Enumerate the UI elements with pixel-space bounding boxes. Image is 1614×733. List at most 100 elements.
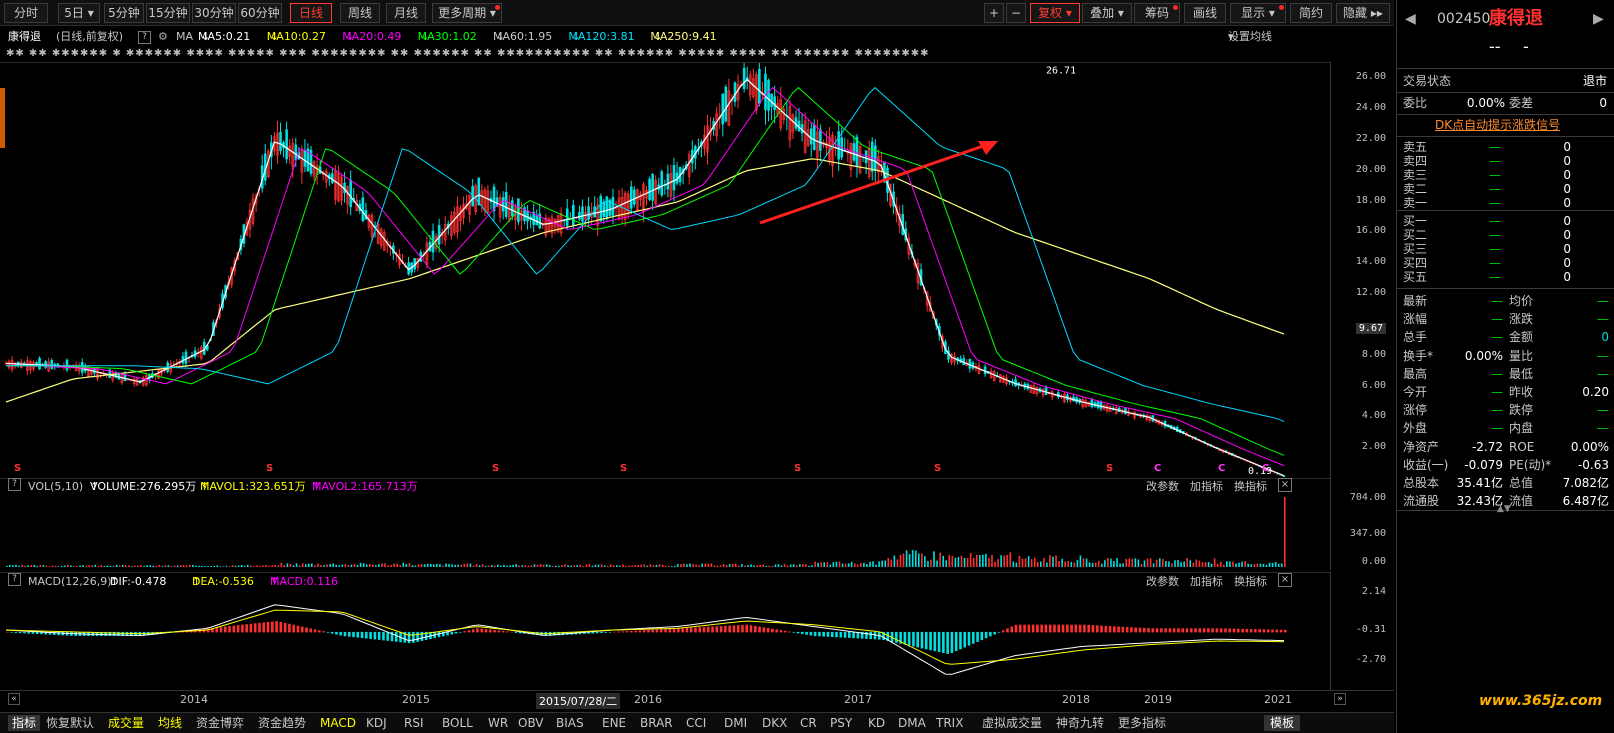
kline-chart[interactable]: 26.710.19S S S S S S S C C C: [0, 63, 1330, 479]
macd-bar: [318, 630, 321, 633]
indicator-tab[interactable]: BOLL: [442, 715, 473, 731]
volume-bar: [1232, 561, 1234, 567]
scroll-left-icon[interactable]: «: [8, 693, 20, 705]
indicator-tab[interactable]: 模板: [1264, 715, 1301, 731]
macd-bar: [779, 630, 783, 633]
scroll-right-icon[interactable]: »: [1334, 693, 1346, 705]
period-tab-weekly[interactable]: 周线: [340, 3, 380, 23]
period-tab-5min[interactable]: 5分钟: [104, 3, 144, 23]
indicator-tab[interactable]: 成交量: [108, 715, 144, 731]
help-icon[interactable]: ?: [138, 31, 151, 44]
indicator-tab[interactable]: ENE: [602, 715, 626, 731]
help-icon[interactable]: ?: [8, 478, 21, 491]
indicator-tab[interactable]: 资金趋势: [258, 715, 306, 731]
close-icon[interactable]: ×: [1278, 478, 1292, 492]
more-periods-button[interactable]: 更多周期 ▾: [432, 3, 502, 23]
period-tab-5day[interactable]: 5日 ▾: [58, 3, 100, 23]
edit-params-link[interactable]: 改参数: [1146, 573, 1179, 591]
indicator-tab[interactable]: WR: [488, 715, 508, 731]
chips-button[interactable]: 筹码: [1134, 3, 1180, 23]
indicator-tab[interactable]: 均线: [158, 715, 182, 731]
sell-level-row[interactable]: 卖五 — 0: [1397, 140, 1614, 154]
buy-level-row[interactable]: 买五 — 0: [1397, 270, 1614, 284]
buy-level-row[interactable]: 买三 — 0: [1397, 242, 1614, 256]
volume-bar: [792, 564, 795, 567]
indicator-tab[interactable]: RSI: [404, 715, 424, 731]
indicator-tab[interactable]: TRIX: [936, 715, 963, 731]
buy-level-row[interactable]: 买一 — 0: [1397, 214, 1614, 228]
collapse-icon[interactable]: ▲▼: [1397, 500, 1614, 518]
help-icon[interactable]: ?: [8, 573, 21, 586]
switch-indicator-link[interactable]: 换指标: [1234, 573, 1267, 591]
display-button[interactable]: 显示 ▾: [1230, 3, 1286, 23]
macd-bar: [937, 631, 941, 653]
indicator-tab[interactable]: OBV: [518, 715, 544, 731]
sell-level-row[interactable]: 卖三 — 0: [1397, 168, 1614, 182]
macd-bar: [31, 631, 35, 634]
indicator-tab[interactable]: BIAS: [556, 715, 584, 731]
indicator-tab[interactable]: KD: [868, 715, 885, 731]
indicator-tab[interactable]: 指标: [8, 715, 41, 731]
volume-bar: [899, 554, 902, 567]
price-tick: 2.00: [1361, 441, 1386, 452]
overlay-button[interactable]: 叠加 ▾: [1082, 3, 1132, 23]
indicator-tab[interactable]: 更多指标: [1118, 715, 1166, 731]
draw-line-button[interactable]: 画线: [1184, 3, 1226, 23]
indicator-tab[interactable]: KDJ: [366, 715, 387, 731]
stat-label: 涨幅: [1403, 312, 1428, 327]
buy-level-row[interactable]: 买二 — 0: [1397, 228, 1614, 242]
next-stock-icon[interactable]: ▶: [1593, 8, 1604, 30]
hide-panel-button[interactable]: 隐藏 ▸▸: [1336, 3, 1390, 23]
indicator-tab[interactable]: 恢复默认: [46, 715, 94, 731]
macd-bar: [1108, 626, 1112, 633]
period-tab-60min[interactable]: 60分钟: [238, 3, 282, 23]
volume-bar: [582, 565, 585, 567]
time-axis[interactable]: « 2014 2015 2015/07/28/二 2016 2017 2018 …: [0, 690, 1394, 709]
switch-indicator-link[interactable]: 换指标: [1234, 478, 1267, 496]
period-tab-30min[interactable]: 30分钟: [192, 3, 236, 23]
period-tab-monthly[interactable]: 月线: [386, 3, 426, 23]
volume-bar: [1256, 563, 1259, 567]
indicator-tab[interactable]: 神奇九转: [1056, 715, 1104, 731]
indicator-tab[interactable]: CR: [800, 715, 817, 731]
add-indicator-link[interactable]: 加指标: [1190, 478, 1223, 496]
price-panel[interactable]: 26.71 0.19 S S S S S S S C C C: [0, 62, 1330, 478]
dk-signal-link[interactable]: DK点自动提示涨跌信号: [1435, 116, 1560, 134]
indicator-tab[interactable]: PSY: [830, 715, 852, 731]
indicator-tab[interactable]: 资金博弈: [196, 715, 244, 731]
period-tab-daily[interactable]: 日线: [290, 3, 332, 23]
indicator-tab[interactable]: DMA: [898, 715, 926, 731]
indicator-tab[interactable]: 虚拟成交量: [982, 715, 1042, 731]
indicator-tab[interactable]: DMI: [724, 715, 747, 731]
period-tab-intraday[interactable]: 分时: [4, 3, 48, 23]
x-label-2014: 2014: [180, 693, 208, 706]
restore-rights-button[interactable]: 复权 ▾: [1030, 3, 1080, 23]
macd-bar: [835, 631, 838, 638]
stat-label: 涨跌: [1509, 312, 1534, 327]
sell-level-row[interactable]: 卖二 — 0: [1397, 182, 1614, 196]
simple-mode-button[interactable]: 简约: [1290, 3, 1332, 23]
prev-stock-icon[interactable]: ◀: [1405, 8, 1416, 30]
indicator-tab[interactable]: DKX: [762, 715, 787, 731]
buy-level-row[interactable]: 买四 — 0: [1397, 256, 1614, 270]
dea-line: [5, 609, 1285, 665]
edit-params-link[interactable]: 改参数: [1146, 478, 1179, 496]
volume-bar: [73, 565, 75, 567]
gear-icon[interactable]: ⚙: [158, 27, 168, 47]
volume-bar: [1271, 562, 1274, 567]
level-volume: 0: [1563, 168, 1571, 182]
sell-level-row[interactable]: 卖一 — 0: [1397, 196, 1614, 210]
volume-bar: [963, 557, 966, 567]
period-tab-15min[interactable]: 15分钟: [146, 3, 190, 23]
volume-bar: [908, 554, 911, 567]
volume-bar: [448, 563, 450, 567]
indicator-tab[interactable]: BRAR: [640, 715, 673, 731]
indicator-tab[interactable]: MACD: [320, 715, 356, 731]
close-icon[interactable]: ×: [1278, 573, 1292, 587]
volume-bar: [594, 564, 597, 567]
indicator-tab[interactable]: CCI: [686, 715, 706, 731]
zoom-in-button[interactable]: +: [984, 3, 1004, 23]
zoom-out-button[interactable]: −: [1006, 3, 1026, 23]
add-indicator-link[interactable]: 加指标: [1190, 573, 1223, 591]
sell-level-row[interactable]: 卖四 — 0: [1397, 154, 1614, 168]
